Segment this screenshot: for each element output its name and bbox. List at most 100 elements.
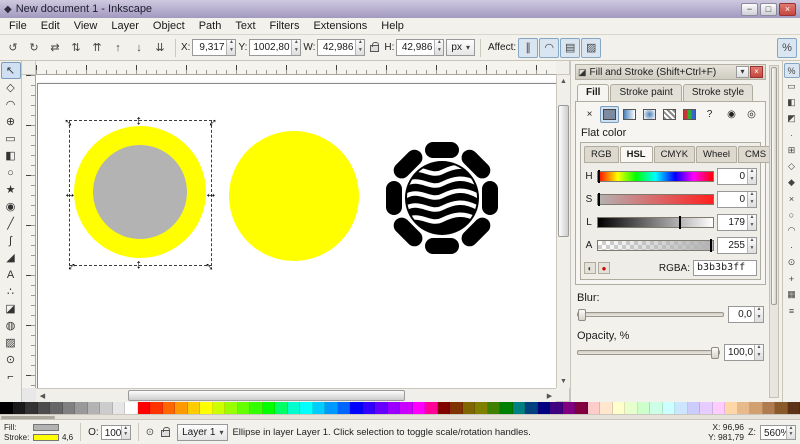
- unknown-paint-button[interactable]: ?: [700, 106, 719, 123]
- palette-swatch[interactable]: [775, 402, 788, 414]
- palette-swatch[interactable]: [200, 402, 213, 414]
- text-tool[interactable]: A: [1, 266, 21, 283]
- palette-swatch[interactable]: [25, 402, 38, 414]
- spray-tool[interactable]: ∴: [1, 283, 21, 300]
- object-opacity-spinbox[interactable]: 100 ▲ ▼: [100, 424, 131, 440]
- palette-scrollbar[interactable]: [0, 414, 800, 419]
- unit-select[interactable]: px ▾: [446, 39, 475, 56]
- palette-swatch[interactable]: [612, 402, 625, 414]
- channel-slider-s[interactable]: [597, 193, 714, 206]
- affect-scale-stroke-button[interactable]: ∥: [518, 37, 539, 58]
- palette-swatch[interactable]: [337, 402, 350, 414]
- pen-tool[interactable]: ∫: [1, 232, 21, 249]
- pencil-tool[interactable]: ╱: [1, 215, 21, 232]
- swatch-button[interactable]: [680, 106, 699, 123]
- menu-item-text[interactable]: Text: [228, 19, 262, 33]
- slider-thumb[interactable]: [578, 309, 586, 321]
- vertical-scrollbar[interactable]: ▲ ▼: [556, 75, 570, 388]
- selection-handle-w[interactable]: ↔: [64, 187, 77, 200]
- color-wheel-icon[interactable]: ◐: [584, 262, 596, 274]
- blur-spin[interactable]: 0,0 ▲ ▼: [728, 306, 764, 323]
- horizontal-ruler[interactable]: [36, 61, 556, 75]
- height-spin[interactable]: H: 42,986 ▲ ▼: [384, 39, 445, 56]
- node-tool[interactable]: ◇: [1, 79, 21, 96]
- channel-slider-h[interactable]: [597, 170, 714, 183]
- menu-item-view[interactable]: View: [67, 19, 105, 33]
- selection-handle-n[interactable]: ↔: [133, 115, 148, 128]
- palette-swatch[interactable]: [62, 402, 75, 414]
- palette-swatch[interactable]: [250, 402, 263, 414]
- flower-black[interactable]: [386, 142, 498, 254]
- fill-stroke-indicator[interactable]: Fill: Stroke: 4,6: [4, 423, 73, 442]
- snap-midpoints-button[interactable]: ·: [784, 239, 800, 254]
- palette-swatch[interactable]: [12, 402, 25, 414]
- snap-guides-button[interactable]: ≡: [784, 303, 800, 318]
- paint-bucket-tool[interactable]: ◍: [1, 317, 21, 334]
- palette-swatch[interactable]: [387, 402, 400, 414]
- opacity-slider[interactable]: [577, 347, 720, 359]
- palette-swatch[interactable]: [175, 402, 188, 414]
- menu-item-layer[interactable]: Layer: [104, 19, 146, 33]
- x-position-spinbox[interactable]: 9,317 ▲ ▼: [192, 39, 237, 56]
- gradient-tool[interactable]: ▨: [1, 334, 21, 351]
- palette-swatch[interactable]: [500, 402, 513, 414]
- palette-swatch[interactable]: [262, 402, 275, 414]
- palette-swatch[interactable]: [112, 402, 125, 414]
- vertical-scroll-track[interactable]: [557, 88, 570, 375]
- dock-scroll-thumb[interactable]: [771, 67, 777, 306]
- palette-swatch[interactable]: [787, 402, 800, 414]
- palette-swatch[interactable]: [587, 402, 600, 414]
- close-button[interactable]: ×: [779, 2, 796, 16]
- lock-width-height-icon[interactable]: [370, 42, 380, 52]
- titlebar[interactable]: ◆ New document 1 - Inkscape − □ ×: [0, 0, 800, 18]
- raise-to-top-button[interactable]: ⇈: [87, 38, 107, 58]
- canvas[interactable]: ↔ ↔ ↔ ↔ ↔ ↔ ↔ ↔: [36, 75, 556, 388]
- palette-swatch[interactable]: [725, 402, 738, 414]
- menu-item-path[interactable]: Path: [192, 19, 229, 33]
- palette-swatch[interactable]: [662, 402, 675, 414]
- menu-item-file[interactable]: File: [2, 19, 34, 33]
- palette-swatch[interactable]: [87, 402, 100, 414]
- gamut-warning-icon[interactable]: ●: [598, 262, 610, 274]
- palette-swatch[interactable]: [225, 402, 238, 414]
- color-tab-hsl[interactable]: HSL: [619, 146, 653, 163]
- snap-rotation-centers-button[interactable]: +: [784, 271, 800, 286]
- spin-down-icon[interactable]: ▼: [435, 47, 443, 56]
- lower-to-bottom-button[interactable]: ⇊: [150, 38, 170, 58]
- dock-close-button[interactable]: ×: [750, 66, 763, 78]
- palette-swatch[interactable]: [487, 402, 500, 414]
- zoom-spinbox[interactable]: 560%▲▼: [760, 424, 796, 440]
- zoom-spin[interactable]: 560%▲▼: [760, 424, 796, 440]
- vertical-scroll-thumb[interactable]: [558, 105, 569, 238]
- palette-swatch[interactable]: [687, 402, 700, 414]
- dialog-titlebar[interactable]: ◪ Fill and Stroke (Shift+Ctrl+F) ▾ ×: [575, 64, 766, 80]
- spin-down-icon[interactable]: ▼: [748, 199, 756, 208]
- tweak-tool[interactable]: ◠: [1, 96, 21, 113]
- ellipse-yellow[interactable]: [229, 131, 359, 261]
- palette-swatch[interactable]: [562, 402, 575, 414]
- snap-nodes-button[interactable]: ◇: [784, 159, 800, 174]
- height-spinbox[interactable]: 42,986 ▲ ▼: [396, 39, 445, 56]
- snap-master-toggle-button[interactable]: %: [777, 37, 797, 58]
- channel-a-spinbox[interactable]: 255 ▲ ▼: [717, 237, 757, 254]
- flip-horizontal-button[interactable]: ⇄: [45, 38, 65, 58]
- palette-swatch[interactable]: [237, 402, 250, 414]
- fill-rule-evenodd-button[interactable]: ◎: [742, 106, 761, 123]
- selection-handle-s[interactable]: ↔: [133, 259, 148, 272]
- palette-swatch[interactable]: [575, 402, 588, 414]
- palette-swatch[interactable]: [187, 402, 200, 414]
- palette-swatch[interactable]: [362, 402, 375, 414]
- snap-path-intersections-button[interactable]: ×: [784, 191, 800, 206]
- palette-swatch[interactable]: [137, 402, 150, 414]
- palette-swatch[interactable]: [350, 402, 363, 414]
- snap-bbox-centers-button[interactable]: ⊞: [784, 143, 800, 158]
- palette-swatch[interactable]: [450, 402, 463, 414]
- affect-move-gradients-button[interactable]: ▤: [560, 37, 581, 58]
- vertical-ruler[interactable]: [22, 75, 36, 388]
- snap-bbox-edges-button[interactable]: ◧: [784, 95, 800, 110]
- spin-down-icon[interactable]: ▼: [755, 314, 763, 323]
- stroke-swatch[interactable]: [33, 433, 59, 441]
- linear-gradient-button[interactable]: [620, 106, 639, 123]
- spin-down-icon[interactable]: ▼: [292, 47, 300, 56]
- spin-down-icon[interactable]: ▼: [748, 222, 756, 231]
